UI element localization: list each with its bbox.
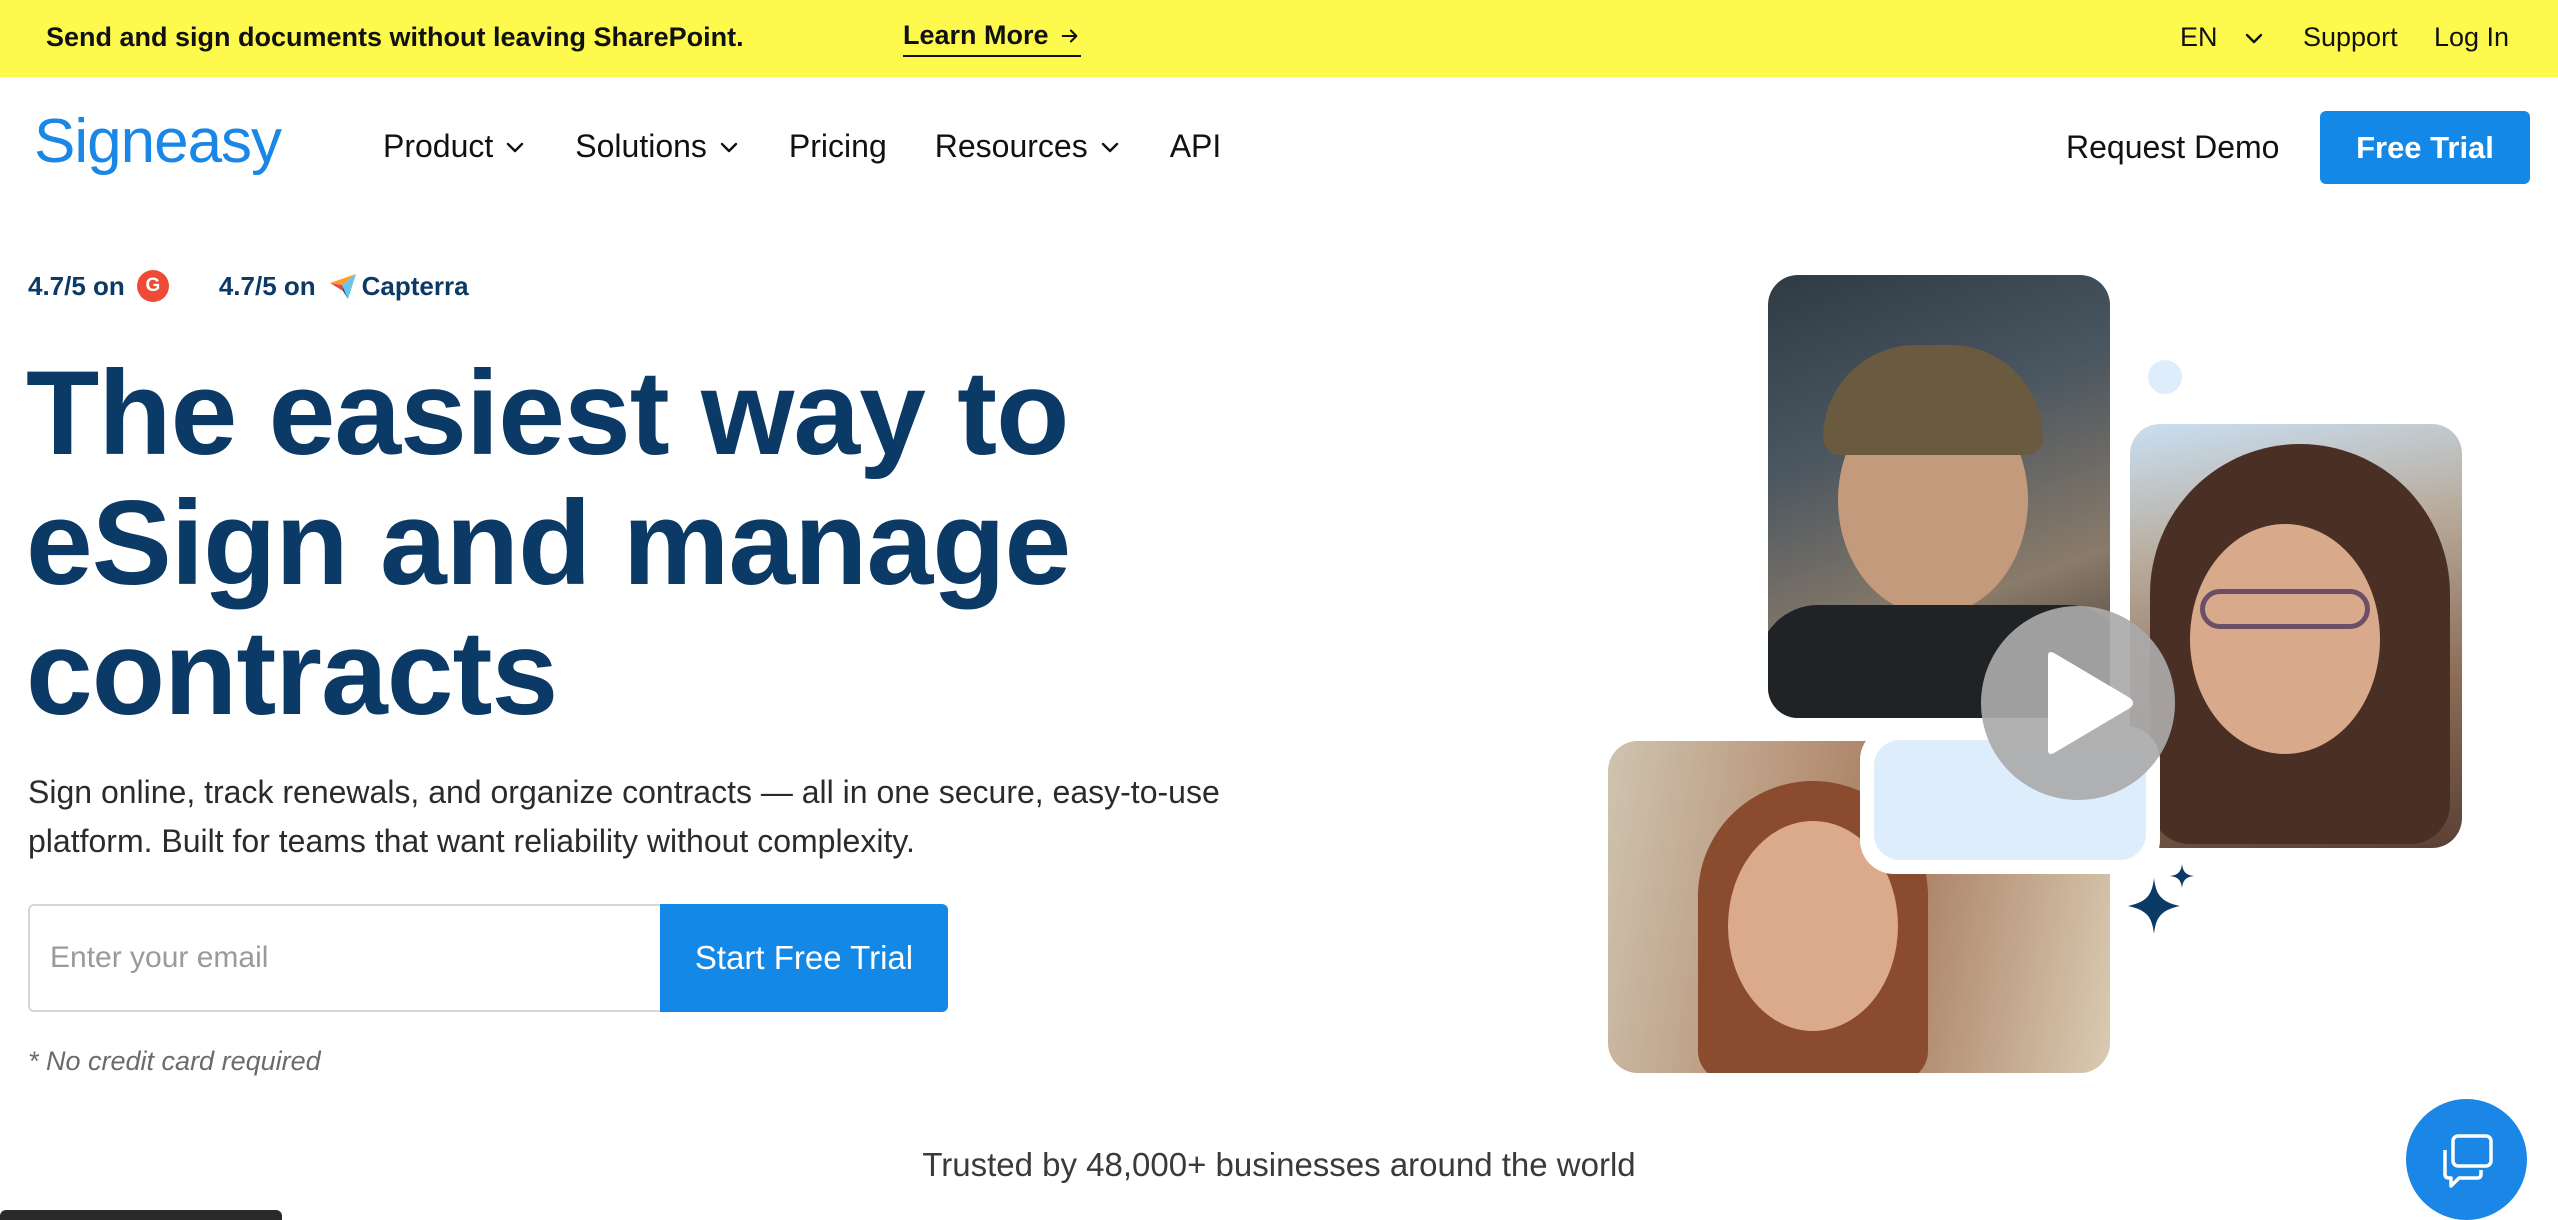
support-link[interactable]: Support xyxy=(2303,22,2398,53)
email-input[interactable] xyxy=(28,904,660,1012)
learn-more-link[interactable]: Learn More xyxy=(903,20,1081,57)
nav-item-resources[interactable]: Resources xyxy=(935,128,1122,165)
capterra-logo: Capterra xyxy=(328,271,469,302)
g2-logo-icon: G xyxy=(136,270,169,302)
hero-headline: The easiest way to eSign and manage cont… xyxy=(26,348,1146,738)
nav-item-label: Solutions xyxy=(575,128,707,164)
rating-g2[interactable]: 4.7/5 on G xyxy=(28,270,169,302)
capterra-label: Capterra xyxy=(361,270,469,301)
signeasy-logo[interactable]: Signeasy xyxy=(34,106,282,177)
login-link[interactable]: Log In xyxy=(2434,22,2509,53)
bottom-left-tab[interactable] xyxy=(0,1210,282,1220)
nav-item-pricing[interactable]: Pricing xyxy=(789,128,887,165)
nav-item-label: Pricing xyxy=(788,128,887,164)
nav-item-label: Resources xyxy=(934,128,1088,164)
announcement-message: Send and sign documents without leaving … xyxy=(46,22,744,52)
learn-more-label: Learn More xyxy=(903,20,1049,50)
announcement-bar: Send and sign documents without leaving … xyxy=(0,0,2558,77)
video-thumbnail-woman-glasses[interactable] xyxy=(2130,424,2462,848)
capterra-logo-icon xyxy=(329,274,356,299)
decorative-dot xyxy=(2148,360,2182,394)
cap-shape xyxy=(1823,345,2043,455)
chevron-down-icon xyxy=(2245,33,2262,43)
chat-widget-button[interactable] xyxy=(2406,1099,2527,1220)
start-free-trial-button[interactable]: Start Free Trial xyxy=(660,904,948,1012)
no-credit-card-note: * No credit card required xyxy=(28,1046,321,1076)
main-nav: Product Solutions Pricing Resources API xyxy=(383,128,1269,165)
subtext-line: platform. Built for teams that want reli… xyxy=(28,823,915,859)
rating-capterra[interactable]: 4.7/5 on Capterra xyxy=(219,271,469,302)
trusted-by-text: Trusted by 48,000+ businesses around the… xyxy=(922,1146,1636,1183)
headline-line: The easiest way to xyxy=(26,346,1069,480)
arrow-right-icon xyxy=(1061,28,1077,43)
chevron-down-icon xyxy=(507,142,524,152)
headline-line: eSign and manage xyxy=(26,476,1071,610)
sparkle-icon xyxy=(2128,864,2194,934)
nav-item-product[interactable]: Product xyxy=(383,128,527,165)
face-shape xyxy=(2190,524,2380,754)
rating-text: 4.7/5 on xyxy=(28,270,125,301)
language-selector[interactable]: EN xyxy=(2180,22,2266,53)
rating-text: 4.7/5 on xyxy=(218,270,316,301)
headline-line: contracts xyxy=(26,606,558,740)
request-demo-link[interactable]: Request Demo xyxy=(2066,129,2279,166)
chevron-down-icon xyxy=(1101,142,1118,152)
play-video-button[interactable] xyxy=(1981,606,2175,800)
free-trial-button[interactable]: Free Trial xyxy=(2320,111,2530,184)
nav-item-api[interactable]: API xyxy=(1170,128,1222,165)
hero-subtext: Sign online, track renewals, and organiz… xyxy=(28,768,1328,866)
nav-item-label: Product xyxy=(383,128,494,164)
nav-item-label: API xyxy=(1169,128,1222,164)
subtext-line: Sign online, track renewals, and organiz… xyxy=(28,774,1220,810)
signup-form: Start Free Trial xyxy=(28,904,948,1012)
nav-item-solutions[interactable]: Solutions xyxy=(575,128,741,165)
language-label: EN xyxy=(2180,22,2218,52)
ratings-row: 4.7/5 on G 4.7/5 on Capterra xyxy=(28,270,519,302)
glasses-shape xyxy=(2200,589,2370,629)
play-icon xyxy=(2048,652,2133,754)
chat-bubbles-icon xyxy=(2442,1133,2493,1188)
chevron-down-icon xyxy=(720,142,738,152)
